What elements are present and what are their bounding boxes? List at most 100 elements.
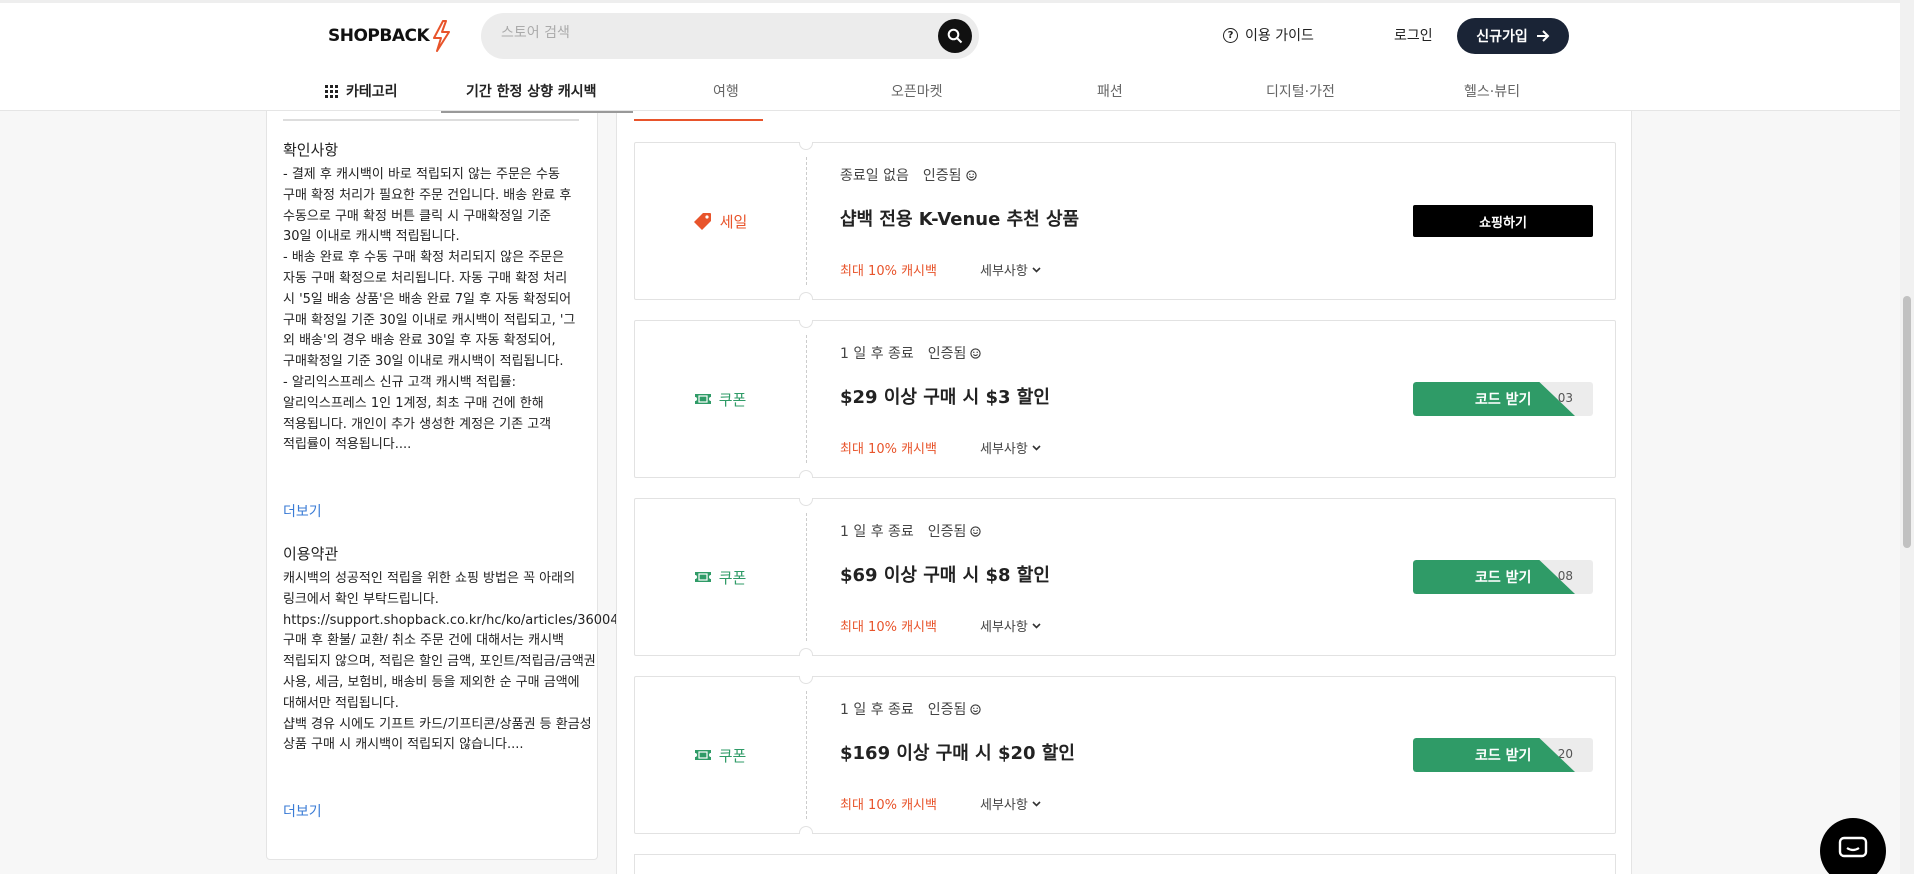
- offer-cashback: 최대 10% 캐시백: [840, 620, 937, 635]
- category-label: 카테고리: [346, 84, 398, 100]
- tab-health-beauty[interactable]: 헬스·뷰티: [1464, 81, 1520, 101]
- verified-badge: 인증됨: [928, 521, 982, 541]
- tab-digital[interactable]: 디지털·가전: [1266, 81, 1335, 101]
- offer-type-label: 쿠폰: [718, 390, 747, 409]
- get-code-button[interactable]: 08 코드 받기: [1413, 560, 1593, 594]
- terms-more-link[interactable]: 더보기: [283, 801, 322, 821]
- card-separator: [806, 157, 807, 285]
- chat-bubble-icon: [1838, 836, 1868, 858]
- signup-label: 신규가입: [1476, 29, 1528, 45]
- notch: [799, 826, 813, 834]
- tab-fashion[interactable]: 패션: [1097, 81, 1123, 101]
- terms-title: 이용약관: [283, 545, 339, 563]
- page-scrollbar[interactable]: [1900, 0, 1914, 874]
- offer-cashback: 최대 10% 캐시백: [840, 442, 937, 457]
- ticket-icon: [694, 394, 711, 404]
- offer-title: $169 이상 구매 시 $20 할인: [840, 743, 1075, 764]
- site-header: SHOPBACK ? 이용 가이드 로그인 신규가입 카테고리: [0, 0, 1900, 113]
- smile-icon: [965, 169, 977, 181]
- offer-details-toggle[interactable]: 세부사항: [980, 794, 1041, 813]
- details-label: 세부사항: [980, 442, 1028, 457]
- offer-title: $29 이상 구매 시 $3 할인: [840, 387, 1050, 408]
- chevron-down-icon: [1032, 444, 1041, 451]
- terms-text: 캐시백의 성공적인 적립을 위한 쇼핑 방법은 꼭 아래의 링크에서 확인 부탁…: [283, 571, 677, 753]
- offer-details-toggle[interactable]: 세부사항: [980, 616, 1041, 635]
- notch: [799, 320, 813, 328]
- offer-details-toggle[interactable]: 세부사항: [980, 438, 1041, 457]
- chat-button[interactable]: [1820, 818, 1886, 874]
- scrollbar-thumb[interactable]: [1903, 296, 1911, 548]
- get-code-label: 코드 받기: [1413, 382, 1575, 416]
- details-label: 세부사항: [980, 620, 1028, 635]
- offer-expiry: 종료일 없음: [840, 168, 909, 184]
- tab-travel[interactable]: 여행: [713, 81, 739, 101]
- offer-type-label: 세일: [719, 212, 748, 231]
- offer-type-sale: 세일: [635, 143, 806, 299]
- search-bar: [481, 13, 979, 59]
- question-circle-icon: ?: [1223, 27, 1238, 43]
- verified-label: 인증됨: [927, 524, 967, 540]
- notice-text: - 결제 후 캐시백이 바로 적립되지 않는 주문은 수동 구매 확정 처리가 …: [283, 167, 576, 453]
- notch: [799, 142, 813, 150]
- verified-label: 인증됨: [922, 168, 962, 184]
- category-menu-button[interactable]: 카테고리: [325, 81, 398, 101]
- grid-menu-icon: [325, 84, 338, 98]
- login-link[interactable]: 로그인: [1394, 25, 1433, 45]
- notch: [799, 648, 813, 656]
- notch: [799, 676, 813, 684]
- get-code-label: 코드 받기: [1413, 560, 1575, 594]
- store-info-panel: 확인사항 - 결제 후 캐시백이 바로 적립되지 않는 주문은 수동 구매 확정…: [266, 100, 677, 860]
- offer-cashback: 최대 10% 캐시백: [840, 798, 937, 813]
- offer-type-coupon: 쿠폰: [635, 677, 806, 833]
- tab-label: 기간 한정 상향 캐시백: [466, 84, 597, 100]
- offer-meta: 1 일 후 종료 인증됨: [840, 343, 982, 363]
- tab-openmarket[interactable]: 오픈마켓: [891, 81, 943, 101]
- logo-text: SHOPBACK: [328, 26, 430, 46]
- offer-card-partial: [634, 854, 1616, 874]
- verified-badge: 인증됨: [923, 165, 977, 185]
- details-label: 세부사항: [980, 264, 1028, 279]
- offer-meta: 1 일 후 종료 인증됨: [840, 521, 982, 541]
- offer-cashback: 최대 10% 캐시백: [840, 264, 937, 279]
- ticket-icon: [694, 750, 711, 760]
- chevron-down-icon: [1032, 800, 1041, 807]
- bolt-icon: [433, 20, 451, 52]
- offer-type-label: 쿠폰: [718, 568, 747, 587]
- signup-button[interactable]: 신규가입: [1457, 18, 1569, 54]
- smile-icon: [970, 525, 982, 537]
- offer-meta: 종료일 없음 인증됨: [840, 165, 977, 185]
- search-icon: [947, 28, 963, 44]
- search-button[interactable]: [938, 19, 972, 53]
- offer-expiry: 1 일 후 종료: [840, 524, 914, 540]
- shopback-logo[interactable]: SHOPBACK: [328, 19, 451, 53]
- smile-icon: [970, 703, 982, 715]
- get-code-button[interactable]: 03 코드 받기: [1413, 382, 1593, 416]
- card-separator: [806, 335, 807, 463]
- tab-limited-cashback[interactable]: 기간 한정 상향 캐시백: [441, 73, 633, 113]
- verified-label: 인증됨: [927, 702, 967, 718]
- verified-badge: 인증됨: [928, 699, 982, 719]
- notice-title: 확인사항: [283, 141, 339, 159]
- offer-card: 쿠폰 1 일 후 종료 인증됨 $69 이상 구매 시 $8 할인 최대 10%…: [634, 498, 1616, 656]
- tag-icon: [693, 213, 711, 230]
- notch: [799, 292, 813, 300]
- offer-type-label: 쿠폰: [718, 746, 747, 765]
- arrow-right-icon: [1536, 30, 1550, 42]
- offer-details-toggle[interactable]: 세부사항: [980, 260, 1041, 279]
- smile-icon: [970, 347, 982, 359]
- notice-more-link[interactable]: 더보기: [283, 501, 322, 521]
- verified-badge: 인증됨: [928, 343, 982, 363]
- offer-card: 쿠폰 1 일 후 종료 인증됨 $29 이상 구매 시 $3 할인 최대 10%…: [634, 320, 1616, 478]
- chevron-down-icon: [1032, 622, 1041, 629]
- offer-card: 세일 종료일 없음 인증됨 샵백 전용 K-Venue 추천 상품 최대 10%…: [634, 142, 1616, 300]
- notch: [799, 498, 813, 506]
- shop-now-button[interactable]: 쇼핑하기: [1413, 205, 1593, 237]
- get-code-button[interactable]: 20 코드 받기: [1413, 738, 1593, 772]
- ticket-icon: [694, 572, 711, 582]
- search-input[interactable]: [501, 25, 901, 41]
- guide-link[interactable]: ? 이용 가이드: [1223, 25, 1314, 45]
- details-label: 세부사항: [980, 798, 1028, 813]
- offer-type-coupon: 쿠폰: [635, 499, 806, 655]
- notch: [799, 470, 813, 478]
- offer-title: 샵백 전용 K-Venue 추천 상품: [840, 209, 1080, 230]
